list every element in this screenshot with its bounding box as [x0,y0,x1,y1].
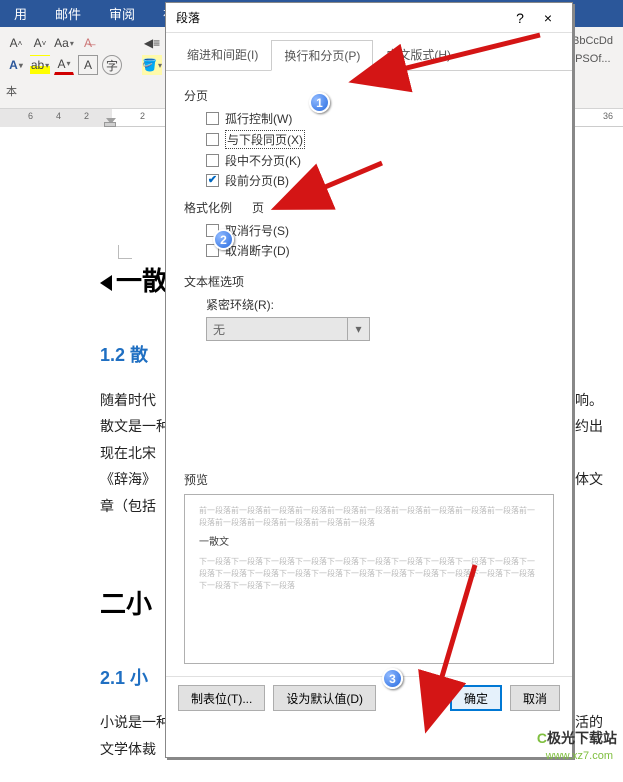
tab-indent-spacing[interactable]: 缩进和间距(I) [174,39,271,70]
change-case-icon[interactable]: Aa▾ [54,33,74,53]
preview-box: 前一段落前一段落前一段落前一段落前一段落前一段落前一段落前一段落前一段落前一段落… [184,494,554,664]
font-size-increase-icon[interactable]: A˅ [30,33,50,53]
ruler-num: 36 [603,111,613,121]
ruler-num: 2 [84,111,89,121]
character-shading-icon[interactable]: A [78,55,98,75]
style-preview[interactable]: /PSOf... [570,51,615,67]
ribbon-tab[interactable]: 用 [0,0,41,27]
checkbox-keep-lines[interactable] [206,154,219,167]
font-size-decrease-icon[interactable]: A˄ [6,33,26,53]
combo-value: 无 [213,321,225,338]
watermark-url: www.xz7.com [546,750,613,762]
section-paging: 分页 [184,87,554,104]
checkbox-label: 与下段同页(X) [225,130,305,149]
dialog-title: 段落 [176,9,200,26]
ribbon-tab[interactable]: 邮件 [41,0,95,27]
text-effects-icon[interactable]: A▾ [6,55,26,75]
set-default-button[interactable]: 设为默认值(D) [273,685,376,711]
checkbox-page-break-before[interactable] [206,174,219,187]
tabs-button[interactable]: 制表位(T)... [178,685,265,711]
shading-icon[interactable]: 🪣▾ [142,55,162,75]
checkbox-label: 段中不分页(K) [225,152,301,169]
paragraph-dialog: 段落 ? × 缩进和间距(I) 换行和分页(P) 中文版式(H) 分页 孤行控制… [165,2,573,758]
tight-wrap-combo[interactable]: 无 ▾ [206,317,370,341]
clear-format-icon[interactable]: A̶ [78,33,98,53]
annotation-badge-2: 2 [213,229,234,250]
indent-decrease-icon[interactable]: ◀≡ [142,33,162,53]
close-button[interactable]: × [534,10,562,26]
ruler-num: 2 [140,111,145,121]
section-preview: 预览 [184,471,554,488]
checkbox-keep-with-next[interactable] [206,133,219,146]
watermark: C极光下载站 [537,728,617,748]
heading-marker-icon [100,275,112,291]
section-format-exceptions: 格式化例页 [184,199,554,216]
annotation-badge-3: 3 [382,668,403,689]
ruler-num: 4 [56,111,61,121]
ok-button[interactable]: 确定 [450,685,502,711]
dialog-tabs: 缩进和间距(I) 换行和分页(P) 中文版式(H) [166,33,572,71]
checkbox-label: 段前分页(B) [225,172,289,189]
annotation-badge-1: 1 [309,92,330,113]
dialog-buttons: 制表位(T)... 设为默认值(D) 确定 取消 [166,676,572,721]
tight-wrap-label: 紧密环绕(R): [206,296,554,313]
help-button[interactable]: ? [506,10,534,26]
ribbon-tab[interactable]: 审阅 [95,0,149,27]
ruler-num: 6 [28,111,33,121]
checkbox-label: 取消行号(S) [225,222,289,239]
checkbox-label: 取消断字(D) [225,242,290,259]
checkbox-widow-control[interactable] [206,112,219,125]
enclose-char-icon[interactable]: 字 [102,55,122,75]
style-preview[interactable]: BbCcDd [570,33,615,49]
font-group-label: 本 [6,83,122,99]
tab-asian-typography[interactable]: 中文版式(H) [373,39,464,70]
dialog-body: 分页 孤行控制(W) 与下段同页(X) 段中不分页(K) 段前分页(B) 格式化… [166,71,572,676]
cancel-button[interactable]: 取消 [510,685,560,711]
preview-prev: 前一段落前一段落前一段落前一段落前一段落前一段落前一段落前一段落前一段落前一段落… [199,505,539,529]
chevron-down-icon: ▾ [347,318,369,340]
highlight-icon[interactable]: ab▾ [30,55,50,75]
dialog-titlebar: 段落 ? × [166,3,572,33]
tab-line-page-breaks[interactable]: 换行和分页(P) [271,40,373,71]
checkbox-label: 孤行控制(W) [225,110,292,127]
font-color-icon[interactable]: A▾ [54,55,74,75]
preview-next: 下一段落下一段落下一段落下一段落下一段落下一段落下一段落下一段落下一段落下一段落… [199,556,539,592]
margin-mark-icon [118,245,132,259]
preview-main: 一散文 [199,535,539,550]
section-textbox-options: 文本框选项 [184,273,554,290]
